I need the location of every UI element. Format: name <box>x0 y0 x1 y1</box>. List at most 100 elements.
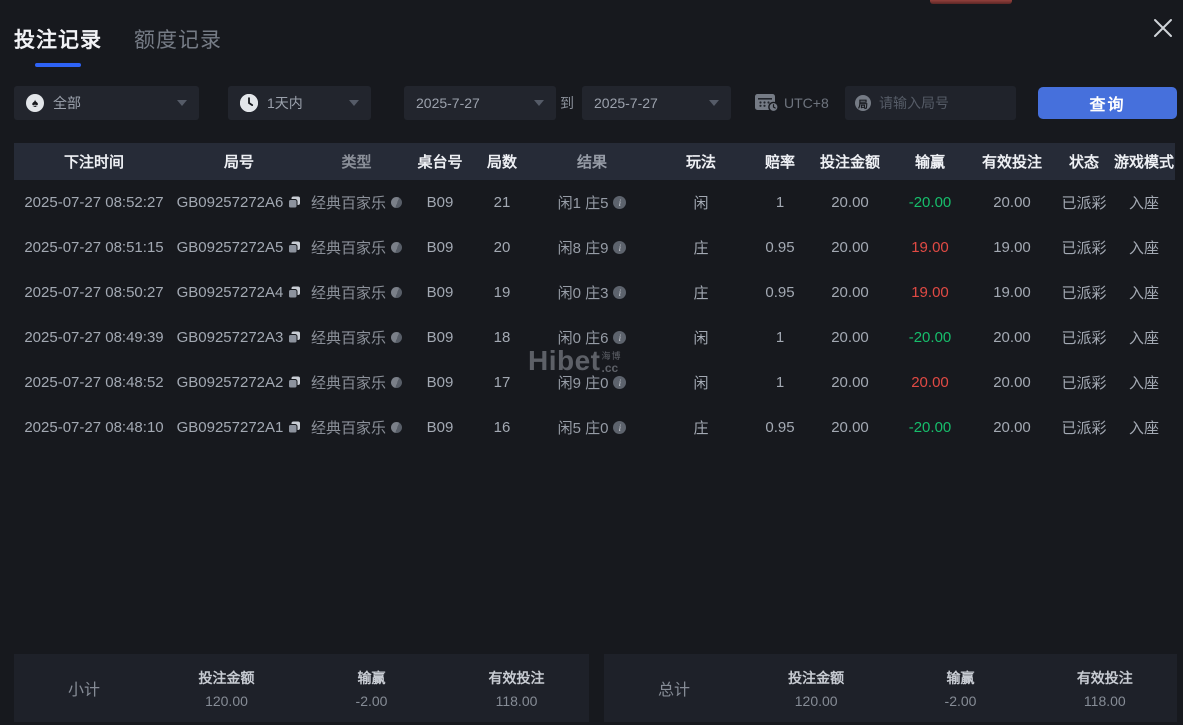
valid-bet-value: 118.00 <box>495 692 538 709</box>
timezone-indicator[interactable]: UTC+8 <box>754 86 829 120</box>
odds: 1 <box>775 194 785 211</box>
valid-bet: 20.00 <box>993 419 1031 436</box>
game-type-cell: 经典百家乐 <box>304 327 409 348</box>
win-loss-value: 20.00 <box>911 374 949 391</box>
subtotal-label: 小计 <box>67 682 100 699</box>
game-type-cell: 经典百家乐 <box>304 237 409 258</box>
game-type-value: 全部 <box>53 95 81 111</box>
copy-icon[interactable] <box>288 241 301 254</box>
bet-time: 2025-07-27 08:49:39 <box>24 329 164 346</box>
round-id-cell: GB09257272A3 <box>174 329 304 346</box>
tab-bet-records[interactable]: 投注记录 <box>14 24 102 67</box>
date-from-select[interactable]: 2025-7-27 <box>404 86 556 120</box>
total-win-loss: 输赢 -2.00 <box>888 668 1032 709</box>
win-loss-value: -2.00 <box>944 692 977 709</box>
win-loss-value: -20.00 <box>908 419 952 436</box>
round-id-cell: GB09257272A5 <box>174 239 304 256</box>
col-valid-bet: 有效投注 <box>981 154 1042 171</box>
date-to-select[interactable]: 2025-7-27 <box>582 86 731 120</box>
round-id: GB09257272A4 <box>176 284 284 301</box>
subtotal-win-loss: 输赢 -2.00 <box>299 668 444 709</box>
table-row: 2025-07-27 08:48:52 GB09257272A2 经典百家乐 B… <box>14 360 1175 405</box>
round-id: GB09257272A1 <box>176 419 284 436</box>
status: 已派彩 <box>1061 330 1107 347</box>
info-icon[interactable]: i <box>613 241 627 254</box>
col-result: 结果 <box>576 154 607 171</box>
play: 闲 <box>693 330 709 347</box>
result-cell: 闲0 庄3 i <box>533 282 651 303</box>
col-odds: 赔率 <box>764 154 795 171</box>
valid-bet: 19.00 <box>993 239 1031 256</box>
table-no: B09 <box>426 239 454 256</box>
round-no: 21 <box>493 194 511 211</box>
close-icon[interactable] <box>1149 14 1177 42</box>
info-icon[interactable]: i <box>613 196 627 209</box>
copy-icon[interactable] <box>288 286 301 299</box>
game-type-cell: 经典百家乐 <box>304 192 409 213</box>
date-from-value: 2025-7-27 <box>416 95 480 111</box>
total-panel: 总计 投注金额 120.00 输赢 -2.00 有效投注 118.00 <box>604 654 1177 722</box>
bet-amount: 20.00 <box>831 284 869 301</box>
col-bet-amount: 投注金额 <box>819 154 880 171</box>
background-red-button-sliver <box>930 0 1012 4</box>
game-dot-icon <box>391 287 402 298</box>
bet-amount: 20.00 <box>831 374 869 391</box>
odds: 1 <box>775 374 785 391</box>
copy-icon[interactable] <box>288 421 301 434</box>
chevron-down-icon <box>534 100 544 106</box>
table-no: B09 <box>426 374 454 391</box>
spade-icon: ♠ <box>26 94 44 112</box>
date-to-value: 2025-7-27 <box>594 95 658 111</box>
col-table-no: 桌台号 <box>417 154 463 171</box>
round-search-field[interactable]: 局 <box>845 86 1016 120</box>
time-range-select[interactable]: 1天内 <box>228 86 371 120</box>
subtotal-valid-bet: 有效投注 118.00 <box>444 668 589 709</box>
col-mode: 游戏模式 <box>1113 154 1174 171</box>
bet-time: 2025-07-27 08:48:10 <box>24 419 164 436</box>
play: 闲 <box>693 195 709 212</box>
result-cell: 闲0 庄6 i <box>533 327 651 348</box>
game-type: 经典百家乐 <box>310 330 386 347</box>
subtotal-bet-amount: 投注金额 120.00 <box>154 668 299 709</box>
info-icon[interactable]: i <box>613 421 627 434</box>
odds: 1 <box>775 329 785 346</box>
result: 闲1 庄5 <box>557 195 609 212</box>
game-type: 经典百家乐 <box>310 375 386 392</box>
info-icon[interactable]: i <box>613 376 627 389</box>
info-icon[interactable]: i <box>613 286 627 299</box>
game-mode: 入座 <box>1128 330 1159 347</box>
table-row: 2025-07-27 08:51:15 GB09257272A5 经典百家乐 B… <box>14 225 1175 270</box>
odds: 0.95 <box>765 239 795 256</box>
result: 闲8 庄9 <box>557 240 609 257</box>
win-loss-value: -2.00 <box>355 692 388 709</box>
round-id: GB09257272A2 <box>176 374 284 391</box>
tab-quota-records[interactable]: 额度记录 <box>134 24 222 67</box>
status: 已派彩 <box>1061 375 1107 392</box>
result: 闲5 庄0 <box>557 420 609 437</box>
tab-quota-records-label: 额度记录 <box>134 29 222 52</box>
valid-bet-value: 118.00 <box>1083 692 1126 709</box>
filter-bar: ♠ 全部 1天内 2025-7-27 到 2025-7-27 UTC+8 局 请… <box>0 86 1183 120</box>
round-search-input[interactable] <box>879 95 1006 111</box>
bet-amount-label: 投注金额 <box>198 669 255 686</box>
valid-bet-label: 有效投注 <box>488 669 545 686</box>
game-type-select[interactable]: ♠ 全部 <box>14 86 199 120</box>
info-icon[interactable]: i <box>613 331 627 344</box>
copy-icon[interactable] <box>288 331 301 344</box>
bet-time: 2025-07-27 08:48:52 <box>24 374 164 391</box>
chevron-down-icon <box>349 100 359 106</box>
total-valid-bet: 有效投注 118.00 <box>1033 668 1177 709</box>
status: 已派彩 <box>1061 420 1107 437</box>
copy-icon[interactable] <box>288 196 301 209</box>
win-loss-value: 19.00 <box>911 239 949 256</box>
round-no: 17 <box>493 374 511 391</box>
search-button[interactable]: 查询 <box>1038 87 1177 119</box>
tab-bet-records-label: 投注记录 <box>14 29 102 52</box>
calendar-clock-icon <box>754 91 780 116</box>
active-tab-underline <box>35 63 81 67</box>
chevron-down-icon <box>709 100 719 106</box>
game-type-cell: 经典百家乐 <box>304 282 409 303</box>
copy-icon[interactable] <box>288 376 301 389</box>
play: 庄 <box>693 285 709 302</box>
table-no: B09 <box>426 329 454 346</box>
